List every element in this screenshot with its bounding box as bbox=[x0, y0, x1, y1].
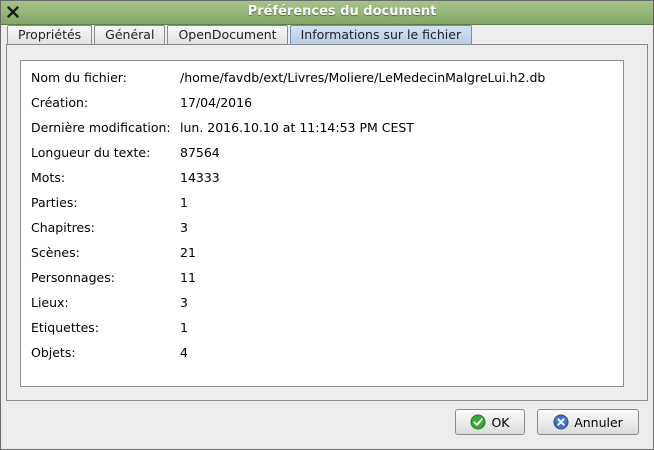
info-value: 17/04/2016 bbox=[180, 95, 253, 110]
tab-general[interactable]: Général bbox=[94, 25, 166, 44]
close-icon bbox=[7, 6, 19, 18]
info-label: Dernière modification: bbox=[31, 120, 171, 135]
ok-button[interactable]: OK bbox=[455, 409, 525, 435]
info-value: 87564 bbox=[180, 145, 220, 160]
window-title: Préférences du document bbox=[247, 4, 437, 19]
info-label: Lieux: bbox=[31, 295, 69, 310]
ok-label: OK bbox=[491, 414, 510, 430]
info-label: Scènes: bbox=[31, 245, 80, 260]
info-value: 4 bbox=[180, 345, 188, 360]
info-label: Nom du fichier: bbox=[31, 70, 127, 85]
x-circle-icon bbox=[553, 414, 569, 430]
tab-bar: Propriétés Général OpenDocument Informat… bbox=[7, 25, 474, 44]
info-value: 21 bbox=[180, 245, 196, 260]
title-bar[interactable]: Préférences du document bbox=[1, 1, 653, 25]
info-label: Mots: bbox=[31, 170, 66, 185]
cancel-button[interactable]: Annuler bbox=[537, 409, 639, 435]
info-value: 1 bbox=[180, 320, 188, 335]
tab-informations-fichier[interactable]: Informations sur le fichier bbox=[289, 25, 473, 44]
info-value: 11 bbox=[180, 270, 196, 285]
info-label: Création: bbox=[31, 95, 89, 110]
info-value: 14333 bbox=[180, 170, 220, 185]
tab-proprietes[interactable]: Propriétés bbox=[7, 25, 93, 44]
info-label: Etiquettes: bbox=[31, 320, 100, 335]
check-circle-icon bbox=[470, 414, 486, 430]
info-label: Personnages: bbox=[31, 270, 115, 285]
info-value: 3 bbox=[180, 295, 188, 310]
info-value: /home/favdb/ext/Livres/Moliere/LeMedecin… bbox=[180, 70, 546, 85]
tab-opendocument[interactable]: OpenDocument bbox=[167, 25, 288, 44]
info-value: lun. 2016.10.10 at 11:14:53 PM CEST bbox=[180, 120, 414, 135]
info-label: Objets: bbox=[31, 345, 76, 360]
file-info-panel: Nom du fichier: /home/favdb/ext/Livres/M… bbox=[20, 60, 624, 387]
cancel-label: Annuler bbox=[574, 414, 623, 430]
info-value: 3 bbox=[180, 220, 188, 235]
info-label: Longueur du texte: bbox=[31, 145, 151, 160]
info-label: Chapitres: bbox=[31, 220, 95, 235]
tab-panel: Nom du fichier: /home/favdb/ext/Livres/M… bbox=[6, 44, 648, 401]
info-value: 1 bbox=[180, 195, 188, 210]
close-button[interactable] bbox=[4, 3, 22, 21]
info-label: Parties: bbox=[31, 195, 78, 210]
preferences-dialog: Préférences du document Propriétés Génér… bbox=[0, 0, 654, 450]
